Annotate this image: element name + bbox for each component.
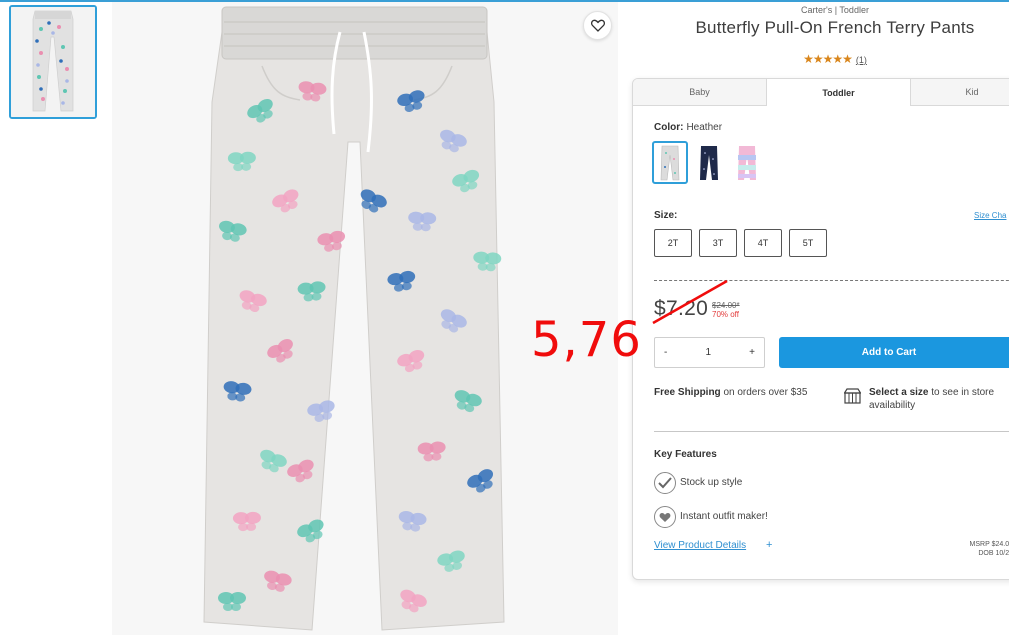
annotation-price-overlay: 5,76 bbox=[531, 312, 642, 368]
view-product-details-link[interactable]: View Product Details bbox=[654, 540, 746, 551]
shipping-info: Free Shipping on orders over $35 bbox=[654, 386, 824, 399]
heart-icon bbox=[590, 19, 605, 32]
size-chart-link[interactable]: Size Cha bbox=[974, 211, 1006, 220]
brand-breadcrumb[interactable]: Carter's | Toddler bbox=[680, 5, 990, 15]
store-icon bbox=[844, 388, 861, 404]
store-availability[interactable]: Select a size to see in store availabili… bbox=[869, 386, 1009, 412]
msrp-text: MSRP $24.00 bbox=[969, 541, 1009, 548]
tab-toddler[interactable]: Toddler bbox=[767, 79, 911, 106]
product-title: Butterfly Pull-On French Terry Pants bbox=[695, 18, 975, 37]
msrp-info: MSRP $24.00 DOB 10/20 bbox=[953, 540, 1009, 558]
age-tabs: Baby Toddler Kid bbox=[633, 79, 1009, 106]
shipping-bold: Free Shipping bbox=[654, 387, 721, 398]
original-price: $24.00* bbox=[712, 301, 740, 310]
shipping-rest: on orders over $35 bbox=[720, 387, 808, 398]
store-bold: Select a size bbox=[869, 387, 929, 398]
purchase-card: Baby Toddler Kid Color: Heather Size: Siz… bbox=[632, 78, 1009, 580]
feature-item: Instant outfit maker! bbox=[680, 511, 768, 522]
discount-percent: 70% off bbox=[712, 310, 739, 319]
expand-plus-icon[interactable]: + bbox=[766, 539, 772, 551]
thumbnail-1[interactable] bbox=[9, 5, 97, 119]
color-value: Heather bbox=[686, 122, 723, 133]
rating-count-link[interactable]: (1) bbox=[856, 55, 867, 65]
checkmark-icon bbox=[654, 472, 676, 494]
swatch-heather[interactable] bbox=[652, 141, 688, 184]
size-label: Size: bbox=[654, 210, 678, 221]
size-2t[interactable]: 2T bbox=[654, 229, 692, 257]
add-to-cart-button[interactable]: Add to Cart bbox=[779, 337, 1009, 368]
rating-stars: ★★★★★ bbox=[803, 52, 853, 66]
size-5t[interactable]: 5T bbox=[789, 229, 827, 257]
dob-text: DOB 10/20 bbox=[978, 550, 1009, 557]
quantity-value[interactable]: 1 bbox=[705, 347, 711, 358]
tab-kid[interactable]: Kid bbox=[911, 79, 1009, 106]
divider bbox=[654, 431, 1009, 432]
heart-badge-icon bbox=[654, 506, 676, 528]
swatch-pastel[interactable] bbox=[729, 141, 765, 184]
size-4t[interactable]: 4T bbox=[744, 229, 782, 257]
divider-dashed bbox=[654, 280, 1009, 281]
rating-row[interactable]: ★★★★★ (1) bbox=[680, 52, 990, 66]
size-3t[interactable]: 3T bbox=[699, 229, 737, 257]
key-features-title: Key Features bbox=[654, 449, 717, 460]
quantity-minus-button[interactable]: - bbox=[664, 347, 667, 358]
quantity-stepper[interactable]: - 1 + bbox=[654, 337, 765, 368]
tab-baby[interactable]: Baby bbox=[633, 79, 767, 106]
quantity-plus-button[interactable]: + bbox=[749, 347, 755, 358]
color-label: Color: bbox=[654, 122, 684, 133]
color-label-row: Color: Heather bbox=[654, 122, 722, 133]
swatch-navy[interactable] bbox=[691, 141, 727, 184]
favorite-heart-button[interactable] bbox=[583, 11, 612, 40]
feature-item: Stock up style bbox=[680, 477, 743, 488]
sale-price: $7.20 bbox=[654, 297, 709, 320]
